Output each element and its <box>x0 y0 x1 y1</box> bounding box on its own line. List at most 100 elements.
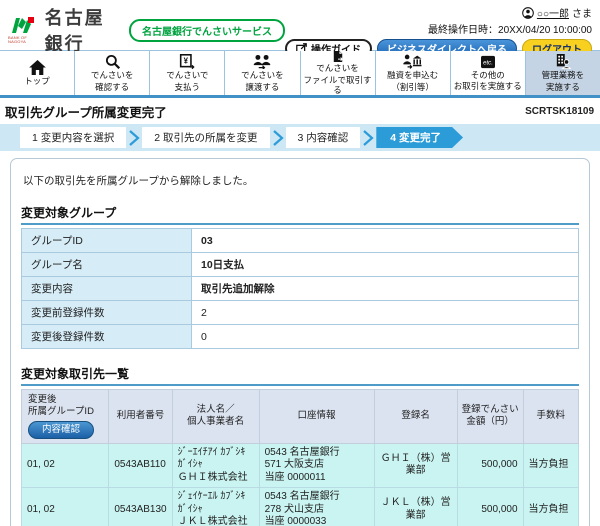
row-label: グループID <box>22 229 192 253</box>
nav-file-transaction[interactable]: でんさいを ファイルで取引する <box>300 51 375 95</box>
col-header-company-name: 法人名／ 個人事業者名 <box>172 390 259 444</box>
people-transfer-icon <box>253 54 271 69</box>
step-2: 2 取引先の所属を変更 <box>142 127 269 148</box>
content-panel: 以下の取引先を所属グループから解除しました。 変更対象グループ グループID 0… <box>10 158 590 526</box>
nav-pay-densai[interactable]: ¥ でんさいで 支払う <box>149 51 224 95</box>
row-label: 変更前登録件数 <box>22 301 192 325</box>
table-row: 変更前登録件数 2 <box>22 301 579 325</box>
partner-section-heading: 変更対象取引先一覧 <box>21 365 579 386</box>
row-value: 取引先追加解除 <box>192 277 579 301</box>
nav-admin-tasks[interactable]: 管理業務を 実施する <box>525 51 600 95</box>
nav-label: ファイルで取引する <box>301 75 375 95</box>
account-branch: 571 大阪支店 <box>265 459 324 470</box>
brand: BANK OF NAGOYA 名古屋銀行 名古屋銀行でんさいサービス <box>8 4 285 50</box>
nav-top[interactable]: トップ <box>0 51 74 95</box>
cell-account-info: 0543 名古屋銀行 571 大阪支店 当座 0000011 <box>259 443 374 488</box>
col-header-group-id: 変更後 所属グループID 内容確認 <box>22 390 109 444</box>
step-indicator: 1 変更内容を選択 2 取引先の所属を変更 3 内容確認 4 変更完了 <box>0 124 600 151</box>
bank-logo: BANK OF NAGOYA <box>8 16 38 44</box>
company-name: ＪＫＬ株式会社 <box>178 516 248 526</box>
account-bank: 0543 名古屋銀行 <box>265 447 340 458</box>
nav-label: （割引等） <box>391 82 434 92</box>
table-row: 変更内容 取引先追加解除 <box>22 277 579 301</box>
cell-registered-name: ＧＨＩ（株）営業部 <box>374 443 457 488</box>
nav-label: でんさいで <box>166 70 208 80</box>
building-person-icon <box>555 54 571 69</box>
session-info: ○○一郎 さま 最終操作日時：20XX/04/20 10:00:00 操作ガイド… <box>285 4 592 50</box>
col-header-text: 個人事業者名 <box>187 416 244 427</box>
nav-apply-loan[interactable]: 融資を申込む （割引等） <box>375 51 450 95</box>
nav-label: 実施する <box>546 82 580 92</box>
col-header-registered-name: 登録名 <box>374 390 457 444</box>
nav-other-transactions[interactable]: etc. その他の お取引を実施する <box>450 51 525 95</box>
search-icon <box>105 54 120 69</box>
table-row: 01, 02 0543AB130 ｼﾞｪｲｹｰｴﾙ ｶﾌﾞｼｷｶﾞｲｼｬ ＪＫＬ… <box>22 488 579 526</box>
company-kana: ｼﾞｪｲｹｰｴﾙ ｶﾌﾞｼｷｶﾞｲｼｬ <box>178 491 246 515</box>
nav-label: でんさいを <box>241 70 284 80</box>
cell-company-name: ｼﾞｰｴｲﾁｱｲ ｶﾌﾞｼｷｶﾞｲｼｬ ＧＨＩ株式会社 <box>172 443 259 488</box>
table-row: 01, 02 0543AB110 ｼﾞｰｴｲﾁｱｲ ｶﾌﾞｼｷｶﾞｲｼｬ ＧＨＩ… <box>22 443 579 488</box>
step-1: 1 変更内容を選択 <box>20 127 126 148</box>
row-value: 10日支払 <box>192 253 579 277</box>
bank-logo-icon <box>11 16 35 35</box>
cell-fee: 当方負担 <box>523 488 578 526</box>
col-header-text: 法人名／ <box>197 404 235 415</box>
col-header-text: 登録でんさい <box>462 404 519 415</box>
yen-document-icon: ¥ <box>179 54 195 69</box>
etc-icon: etc. <box>480 55 496 69</box>
user-icon <box>522 7 534 19</box>
cell-company-name: ｼﾞｪｲｹｰｴﾙ ｶﾌﾞｼｷｶﾞｲｼｬ ＪＫＬ株式会社 <box>172 488 259 526</box>
nav-transfer-densai[interactable]: でんさいを 譲渡する <box>224 51 299 95</box>
title-row: 取引先グループ所属変更完了 SCRTSK18109 <box>0 98 600 124</box>
table-row: グループID 03 <box>22 229 579 253</box>
row-value: 03 <box>192 229 579 253</box>
cell-amount: 500,000 <box>457 488 523 526</box>
col-header-text: 所属グループID <box>28 406 94 417</box>
last-operation-time: 最終操作日時：20XX/04/20 10:00:00 <box>428 21 592 36</box>
nav-label: 確認する <box>95 82 129 92</box>
nav-label: トップ <box>24 76 50 86</box>
group-section-heading: 変更対象グループ <box>21 204 579 225</box>
col-header-fee: 手数料 <box>523 390 578 444</box>
table-header-row: 変更後 所属グループID 内容確認 利用者番号 法人名／ 個人事業者名 口座情報… <box>22 390 579 444</box>
step-chevron-icon <box>128 130 140 146</box>
confirm-content-button[interactable]: 内容確認 <box>28 421 94 439</box>
step-chevron-icon <box>272 130 284 146</box>
cell-user-number: 0543AB130 <box>109 488 172 526</box>
bank-tagline: BANK OF NAGOYA <box>8 36 38 44</box>
nav-label: でんさいを <box>91 70 134 80</box>
cell-account-info: 0543 名古屋銀行 278 犬山支店 当座 0000033 <box>259 488 374 526</box>
step-4-active: 4 変更完了 <box>376 127 463 148</box>
page-title: 取引先グループ所属変更完了 <box>5 102 167 121</box>
nav-label: その他の <box>471 70 505 80</box>
account-branch: 278 犬山支店 <box>265 504 324 515</box>
cell-group-ids: 01, 02 <box>22 443 109 488</box>
bank-name: 名古屋銀行 <box>45 4 122 56</box>
main-nav: トップ でんさいを 確認する ¥ でんさいで 支払う でんさいを 譲渡する <box>0 50 600 98</box>
row-value: 0 <box>192 325 579 349</box>
service-badge: 名古屋銀行でんさいサービス <box>129 19 285 42</box>
partner-list-table: 変更後 所属グループID 内容確認 利用者番号 法人名／ 個人事業者名 口座情報… <box>21 389 579 526</box>
step-3: 3 内容確認 <box>286 127 361 148</box>
cell-registered-name: ＪＫＬ（株）営業部 <box>374 488 457 526</box>
user-suffix: さま <box>572 5 592 20</box>
nav-label: 融資を申込む <box>387 70 438 80</box>
svg-text:¥: ¥ <box>184 57 189 66</box>
nav-label: お取引を実施する <box>454 81 522 91</box>
row-label: グループ名 <box>22 253 192 277</box>
col-header-user-number: 利用者番号 <box>109 390 172 444</box>
svg-text:etc.: etc. <box>483 59 493 66</box>
home-icon <box>29 60 46 75</box>
col-header-amount: 登録でんさい 金額（円） <box>457 390 523 444</box>
col-header-text: 金額（円） <box>466 416 514 427</box>
account-number: 当座 0000011 <box>265 472 326 483</box>
nav-label: でんさいを <box>316 63 359 73</box>
col-header-text: 変更後 <box>28 394 57 405</box>
nav-check-densai[interactable]: でんさいを 確認する <box>74 51 149 95</box>
group-detail-table: グループID 03 グループ名 10日支払 変更内容 取引先追加解除 変更前登録… <box>21 228 579 349</box>
cell-group-ids: 01, 02 <box>22 488 109 526</box>
table-row: グループ名 10日支払 <box>22 253 579 277</box>
step-chevron-icon <box>362 130 374 146</box>
nav-label: 支払う <box>175 82 201 92</box>
cell-amount: 500,000 <box>457 443 523 488</box>
